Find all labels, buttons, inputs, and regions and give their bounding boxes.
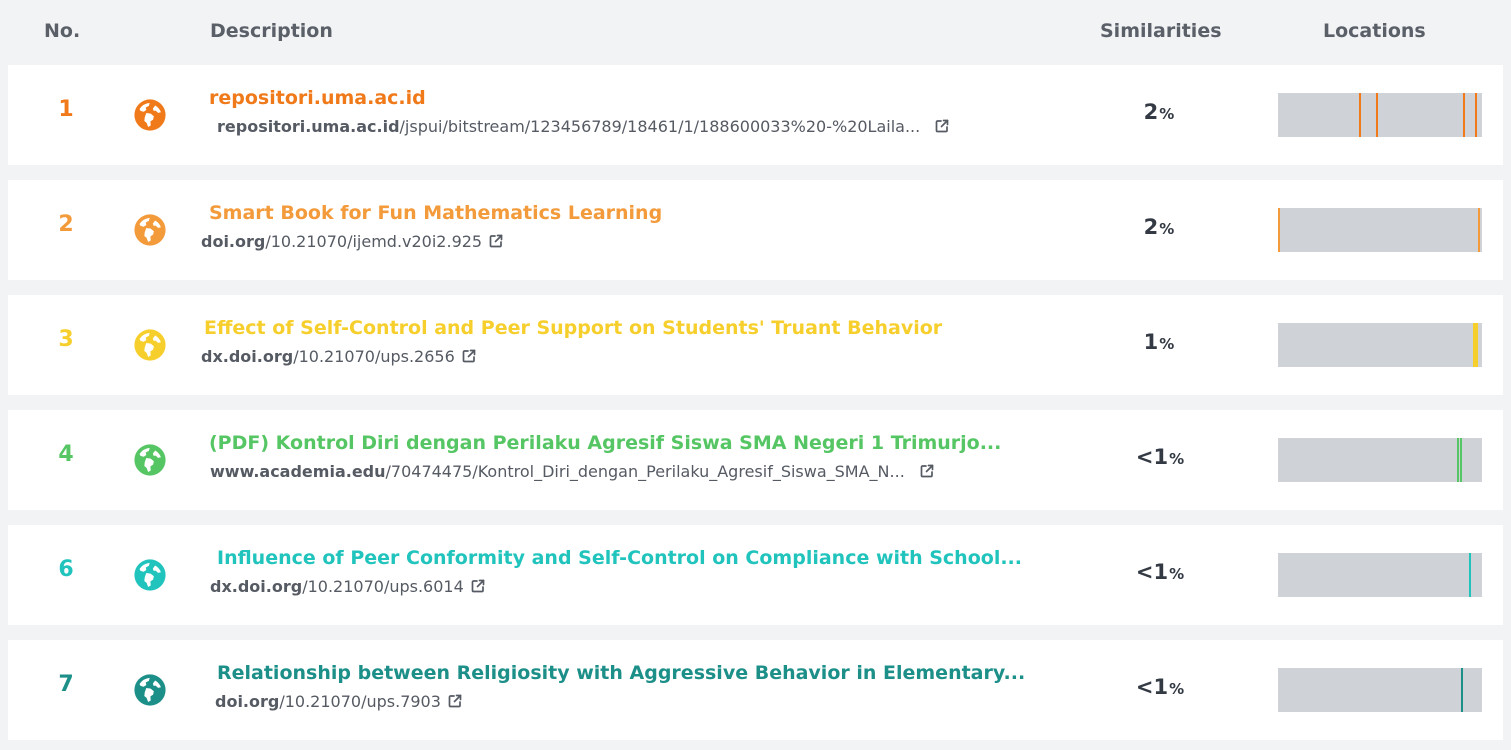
source-number: 6	[58, 557, 74, 582]
similarity-number: 1	[1143, 330, 1159, 354]
source-url-path: /10.21070/ups.2656	[293, 347, 455, 366]
source-url[interactable]: doi.org/10.21070/ups.7903	[215, 692, 463, 711]
source-row[interactable]: 4 (PDF) Kontrol Diri dengan Perilaku Agre…	[8, 410, 1503, 510]
location-bar[interactable]	[1278, 93, 1482, 137]
location-marker[interactable]	[1461, 668, 1463, 712]
source-title-link[interactable]: Influence of Peer Conformity and Self-Co…	[217, 547, 1022, 569]
source-row[interactable]: 1 repositori.uma.ac.id repositori.uma.ac.i…	[8, 65, 1503, 165]
source-url[interactable]: dx.doi.org/10.21070/ups.2656	[201, 347, 477, 366]
column-header-locations: Locations	[1323, 20, 1426, 42]
location-marker[interactable]	[1475, 93, 1477, 137]
source-title-link[interactable]: (PDF) Kontrol Diri dengan Perilaku Agres…	[209, 432, 1001, 454]
source-number: 1	[58, 97, 74, 122]
source-url-domain: dx.doi.org	[210, 577, 303, 596]
globe-icon	[133, 443, 167, 477]
column-header-description: Description	[210, 20, 333, 42]
external-link-icon[interactable]	[447, 693, 463, 709]
source-url[interactable]: dx.doi.org/10.21070/ups.6014	[210, 577, 486, 596]
similarity-unit: %	[1159, 335, 1175, 353]
similarity-value: 2%	[1119, 100, 1199, 124]
similarity-number: <1	[1135, 675, 1169, 699]
source-url[interactable]: repositori.uma.ac.id/jspui/bitstream/123…	[217, 117, 950, 136]
similarity-unit: %	[1159, 220, 1175, 238]
location-marker[interactable]	[1478, 208, 1480, 252]
similarity-unit: %	[1169, 450, 1185, 468]
column-header-no: No.	[44, 20, 81, 42]
location-bar[interactable]	[1278, 208, 1482, 252]
similarity-number: 2	[1143, 100, 1159, 124]
source-row[interactable]: 7 Relationship between Religiosity with A…	[8, 640, 1503, 740]
source-row[interactable]: 3 Effect of Self-Control and Peer Support…	[8, 295, 1503, 395]
globe-icon	[133, 98, 167, 132]
location-marker[interactable]	[1463, 93, 1465, 137]
source-number: 2	[58, 212, 74, 237]
globe-icon	[133, 673, 167, 707]
source-url-path: /70474475/Kontrol_Diri_dengan_Perilaku_A…	[385, 462, 905, 481]
globe-icon	[133, 558, 167, 592]
source-url-path: /jspui/bitstream/123456789/18461/1/18860…	[399, 117, 921, 136]
similarity-number: <1	[1135, 445, 1169, 469]
source-row[interactable]: 2 Smart Book for Fun Mathematics Learning…	[8, 180, 1503, 280]
location-marker[interactable]	[1460, 438, 1462, 482]
globe-icon	[133, 213, 167, 247]
source-url-path: /10.21070/ups.7903	[279, 692, 441, 711]
similarity-unit: %	[1159, 105, 1175, 123]
location-marker[interactable]	[1376, 93, 1378, 137]
source-number: 3	[58, 327, 74, 352]
location-marker[interactable]	[1359, 93, 1361, 137]
location-marker[interactable]	[1473, 323, 1478, 367]
similarity-unit: %	[1169, 565, 1185, 583]
source-title-link[interactable]: repositori.uma.ac.id	[209, 87, 426, 109]
source-title-link[interactable]: Effect of Self-Control and Peer Support …	[204, 317, 942, 339]
similarity-number: 2	[1143, 215, 1159, 239]
column-header-similarities: Similarities	[1100, 20, 1222, 42]
source-url-domain: dx.doi.org	[201, 347, 294, 366]
location-bar[interactable]	[1278, 553, 1482, 597]
external-link-icon[interactable]	[470, 578, 486, 594]
source-url-domain: repositori.uma.ac.id	[217, 117, 400, 136]
external-link-icon[interactable]	[934, 118, 950, 134]
source-url[interactable]: doi.org/10.21070/ijemd.v20i2.925	[201, 232, 504, 251]
source-title-link[interactable]: Relationship between Religiosity with Ag…	[217, 662, 1025, 684]
similarity-value: <1%	[1120, 445, 1200, 469]
location-bar[interactable]	[1278, 668, 1482, 712]
location-marker[interactable]	[1457, 438, 1459, 482]
similarity-value: 1%	[1119, 330, 1199, 354]
source-title-link[interactable]: Smart Book for Fun Mathematics Learning	[209, 202, 662, 224]
source-number: 4	[58, 442, 74, 467]
source-url-domain: doi.org	[201, 232, 266, 251]
source-url-domain: doi.org	[215, 692, 280, 711]
location-marker[interactable]	[1469, 553, 1471, 597]
location-bar[interactable]	[1278, 323, 1482, 367]
source-number: 7	[58, 672, 74, 697]
similarity-unit: %	[1169, 680, 1185, 698]
similarity-value: <1%	[1120, 675, 1200, 699]
source-row[interactable]: 6 Influence of Peer Conformity and Self-C…	[8, 525, 1503, 625]
external-link-icon[interactable]	[919, 463, 935, 479]
similarity-value: 2%	[1119, 215, 1199, 239]
table-header: No. Description Similarities Locations	[0, 0, 1511, 64]
source-url-path: /10.21070/ups.6014	[302, 577, 464, 596]
source-url[interactable]: www.academia.edu/70474475/Kontrol_Diri_d…	[210, 462, 935, 481]
source-url-domain: www.academia.edu	[210, 462, 386, 481]
similarity-value: <1%	[1120, 560, 1200, 584]
globe-icon	[133, 328, 167, 362]
location-bar[interactable]	[1278, 438, 1482, 482]
external-link-icon[interactable]	[461, 348, 477, 364]
similarity-number: <1	[1135, 560, 1169, 584]
source-url-path: /10.21070/ijemd.v20i2.925	[265, 232, 483, 251]
location-marker[interactable]	[1278, 208, 1280, 252]
external-link-icon[interactable]	[488, 233, 504, 249]
